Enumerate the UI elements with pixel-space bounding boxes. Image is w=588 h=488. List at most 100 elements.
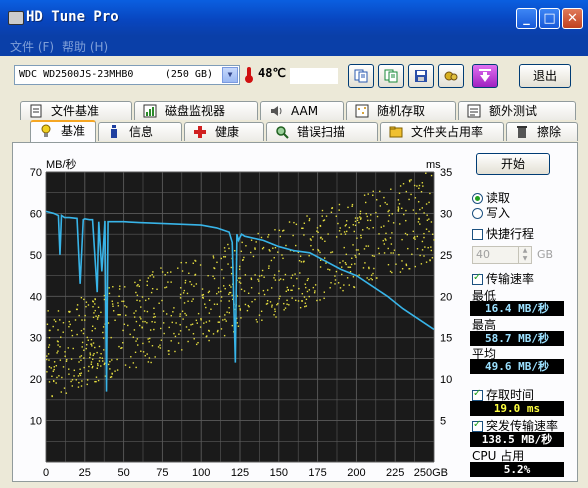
transfer-rate-checkbox[interactable]: 传输速率	[472, 270, 534, 287]
access-time-point	[398, 203, 401, 205]
access-time-point	[239, 282, 242, 284]
access-time-point	[128, 366, 131, 369]
drive-select[interactable]: WDC WD2500JS-23MHB0 (250 GB) ▼	[14, 65, 240, 85]
access-time-point	[132, 336, 135, 338]
tab-health[interactable]: 健康	[184, 122, 264, 141]
access-time-point	[97, 363, 99, 365]
access-time-point	[191, 323, 194, 325]
access-time-point	[263, 276, 265, 278]
access-time-point	[250, 239, 253, 241]
start-button[interactable]: 开始	[476, 153, 550, 175]
access-time-point	[55, 365, 58, 367]
exit-button[interactable]: 退出	[519, 64, 571, 88]
menu-help[interactable]: 帮助 (H)	[62, 38, 108, 55]
access-time-point	[59, 359, 62, 361]
tab-info[interactable]: 信息	[98, 122, 182, 141]
access-time-point	[335, 215, 338, 217]
tab-benchmark[interactable]: 基准	[30, 120, 96, 142]
download-button[interactable]	[472, 64, 498, 88]
copy-all-button[interactable]	[378, 64, 404, 88]
access-time-point	[349, 266, 352, 268]
cpu-value: 5.2%	[470, 462, 564, 477]
access-time-point	[117, 305, 120, 307]
minimize-button[interactable]: _	[516, 8, 537, 29]
access-time-point	[142, 351, 145, 353]
access-time-point	[135, 366, 137, 369]
access-time-point	[313, 291, 316, 294]
tab-label: 信息	[129, 125, 154, 139]
radio-dot[interactable]	[472, 208, 483, 219]
y-left-tick-label: 70	[30, 167, 42, 179]
tab-folder-usage[interactable]: 文件夹占用率	[380, 122, 504, 141]
short-stroke-checkbox[interactable]: 快捷行程	[472, 225, 534, 242]
access-time-point	[62, 322, 65, 324]
access-time-point	[95, 315, 97, 317]
access-time-point	[137, 344, 139, 346]
spin-arrows-icon[interactable]: ▲ ▼	[518, 247, 531, 263]
access-time-point	[148, 341, 150, 343]
checkbox[interactable]	[472, 419, 483, 432]
access-time-point	[418, 187, 420, 190]
access-time-point	[425, 261, 428, 263]
access-time-point	[122, 342, 124, 344]
radio-dot[interactable]	[472, 193, 483, 204]
tab-aam[interactable]: AAM	[260, 101, 344, 120]
access-time-point	[399, 223, 401, 225]
access-time-point	[368, 278, 370, 281]
access-time-point	[66, 358, 68, 361]
access-time-point	[189, 280, 191, 283]
access-time-point	[147, 361, 150, 363]
title-bar[interactable]: HD Tune Pro _ □ ✕	[0, 0, 588, 36]
access-time-point	[94, 298, 96, 301]
access-time-point	[283, 302, 285, 305]
tab-error-scan[interactable]: 错误扫描	[266, 122, 378, 141]
options-button[interactable]	[438, 64, 464, 88]
tab-file-benchmark[interactable]: 文件基准	[20, 101, 132, 120]
hd-tune-window: HD Tune Pro _ □ ✕ 文件 (F) 帮助 (H) WDC WD25…	[0, 0, 588, 488]
maximize-button[interactable]: □	[539, 8, 560, 29]
access-time-point	[222, 319, 224, 321]
tab-extra-tests[interactable]: 额外测试	[458, 101, 576, 120]
access-time-point	[295, 223, 298, 226]
temperature-value: 48℃	[258, 66, 286, 80]
access-time-point	[178, 333, 180, 335]
access-time-point	[298, 259, 301, 262]
access-time-point	[339, 227, 341, 229]
tab-erase[interactable]: 擦除	[506, 122, 578, 141]
access-time-point	[146, 322, 148, 324]
close-button[interactable]: ✕	[562, 8, 583, 29]
burst-rate-value: 138.5 MB/秒	[470, 432, 564, 447]
access-time-point	[342, 260, 344, 262]
tab-disk-monitor[interactable]: 磁盘监视器	[134, 101, 258, 120]
access-time-point	[130, 356, 132, 358]
tab-label: 随机存取	[377, 104, 426, 118]
save-button[interactable]	[408, 64, 434, 88]
access-time-point	[367, 193, 369, 195]
access-time-point	[238, 277, 240, 279]
access-time-point	[86, 336, 89, 339]
menu-file[interactable]: 文件 (F)	[10, 38, 54, 55]
access-time-point	[379, 190, 381, 193]
checkbox[interactable]	[472, 229, 483, 240]
checkbox[interactable]	[472, 388, 483, 401]
short-stroke-input[interactable]: 40 ▲ ▼	[472, 246, 532, 264]
access-time-point	[420, 190, 423, 193]
access-time-point	[223, 256, 225, 258]
access-time-point	[228, 247, 230, 250]
access-time-point	[213, 277, 216, 280]
access-time-point	[70, 380, 72, 383]
access-time-point	[174, 335, 177, 338]
access-time-point	[207, 329, 210, 332]
access-time-point	[70, 358, 73, 360]
checkbox[interactable]	[472, 272, 483, 285]
access-time-point	[110, 336, 112, 339]
access-time-point	[138, 285, 140, 288]
access-time-point	[132, 362, 135, 364]
access-time-point	[228, 291, 231, 294]
access-time-point	[275, 316, 277, 318]
copy-info-button[interactable]	[348, 64, 374, 88]
tab-random-access[interactable]: 随机存取	[346, 101, 456, 120]
access-time-point	[154, 315, 156, 318]
chevron-down-icon[interactable]: ▼	[222, 67, 238, 83]
write-radio[interactable]: 写入	[472, 204, 510, 221]
